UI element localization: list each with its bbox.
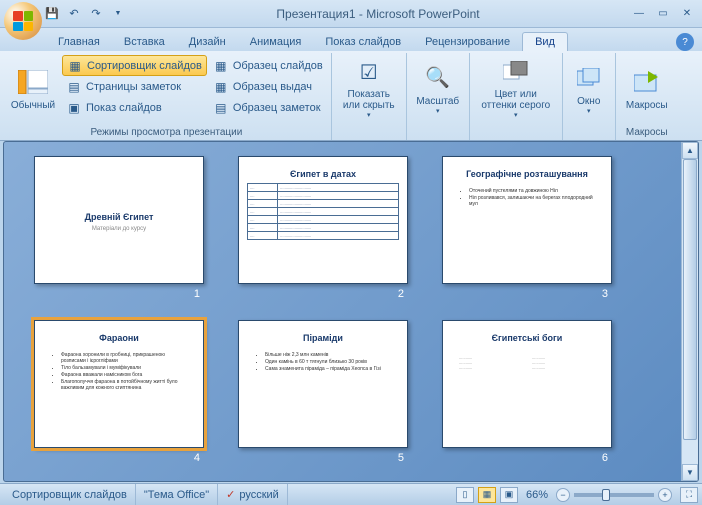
zoom-icon: 🔍 — [422, 62, 454, 94]
scroll-up-button[interactable]: ▲ — [682, 142, 698, 159]
group-label-views: Режимы просмотра презентации — [6, 126, 327, 140]
show-hide-icon: ☑ — [353, 57, 385, 87]
vertical-scrollbar[interactable]: ▲ ▼ — [681, 142, 698, 481]
office-button[interactable] — [4, 2, 42, 40]
status-theme: "Тема Office" — [136, 484, 218, 505]
notes-master-button[interactable]: ▤Образец заметок — [209, 97, 327, 118]
ribbon: Обычный ▦Сортировщик слайдов ▤Страницы з… — [0, 51, 702, 141]
slide-thumbnail[interactable]: Єгипетські боги.........................… — [442, 320, 612, 448]
fit-window-button[interactable]: ⛶ — [680, 487, 698, 503]
slide-thumbnail[interactable]: ПірамідиБільше ніж 2,3 млн каменівОдин к… — [238, 320, 408, 448]
slide-thumbnail[interactable]: Єгипет в датах..........................… — [238, 156, 408, 284]
notes-icon: ▤ — [66, 79, 82, 95]
minimize-button[interactable]: — — [628, 5, 650, 23]
titlebar: 💾 ↶ ↷ ▼ Презентация1 - Microsoft PowerPo… — [0, 0, 702, 28]
slide-thumbnail[interactable]: ФараониФараона хоронили в гробниці, прик… — [34, 320, 204, 448]
normal-view-button[interactable]: Обычный — [6, 55, 60, 121]
slide-number: 3 — [602, 288, 612, 300]
tab-home[interactable]: Главная — [46, 33, 112, 51]
slideshow-view-btn[interactable]: ▣ — [500, 487, 518, 503]
master-handout-icon: ▦ — [213, 79, 229, 95]
tab-review[interactable]: Рецензирование — [413, 33, 522, 51]
tab-slideshow[interactable]: Показ слайдов — [313, 33, 413, 51]
sorter-icon: ▦ — [67, 58, 83, 74]
sorter-view-btn[interactable]: ▦ — [478, 487, 496, 503]
notes-page-button[interactable]: ▤Страницы заметок — [62, 76, 207, 97]
color-icon — [500, 57, 532, 87]
undo-icon[interactable]: ↶ — [64, 4, 84, 24]
tab-animation[interactable]: Анимация — [238, 33, 314, 51]
slide-number: 2 — [398, 288, 408, 300]
slide-thumbnail[interactable]: Древній ЄгипетМатеріали до курсу — [34, 156, 204, 284]
statusbar: Сортировщик слайдов "Тема Office" ✓русск… — [0, 483, 702, 505]
slide-number: 5 — [398, 452, 408, 464]
window-icon — [573, 62, 605, 94]
scroll-thumb[interactable] — [683, 159, 697, 440]
slide-sorter-button[interactable]: ▦Сортировщик слайдов — [62, 55, 207, 76]
master-notes-icon: ▤ — [213, 100, 229, 116]
slide-number: 1 — [194, 288, 204, 300]
color-grayscale-button[interactable]: Цвет или оттенки серого▾ — [474, 55, 558, 121]
slide-sorter-pane: Древній ЄгипетМатеріали до курсу 1 Єгипет … — [3, 141, 699, 482]
zoom-percent: 66% — [526, 489, 548, 501]
normal-view-btn[interactable]: ▯ — [456, 487, 474, 503]
macros-button[interactable]: Макросы — [620, 55, 674, 121]
zoom-in-button[interactable]: + — [658, 488, 672, 502]
window-title: Презентация1 - Microsoft PowerPoint — [128, 7, 628, 21]
close-button[interactable]: ✕ — [676, 5, 698, 23]
slideshow-icon: ▣ — [66, 100, 82, 116]
show-hide-button[interactable]: ☑ Показать или скрыть▾ — [336, 55, 402, 121]
help-button[interactable]: ? — [676, 33, 694, 51]
window-button[interactable]: Окно▾ — [567, 55, 611, 121]
zoom-slider[interactable] — [574, 493, 654, 497]
redo-icon[interactable]: ↷ — [86, 4, 106, 24]
slide-master-button[interactable]: ▦Образец слайдов — [209, 55, 327, 76]
status-view-mode: Сортировщик слайдов — [4, 484, 136, 505]
handout-master-button[interactable]: ▦Образец выдач — [209, 76, 327, 97]
slide-number: 4 — [194, 452, 204, 464]
tab-view[interactable]: Вид — [522, 32, 568, 51]
zoom-out-button[interactable]: − — [556, 488, 570, 502]
qat-dropdown-icon[interactable]: ▼ — [108, 4, 128, 24]
slideshow-button[interactable]: ▣Показ слайдов — [62, 97, 207, 118]
save-icon[interactable]: 💾 — [42, 4, 62, 24]
maximize-button[interactable]: ▭ — [652, 5, 674, 23]
slide-thumbnail[interactable]: Географічне розташуванняОточений пустеля… — [442, 156, 612, 284]
normal-icon — [17, 66, 49, 98]
zoom-button[interactable]: 🔍 Масштаб▾ — [411, 55, 465, 121]
group-label-macros: Макросы — [620, 126, 674, 140]
macros-icon — [631, 66, 663, 98]
tab-insert[interactable]: Вставка — [112, 33, 177, 51]
status-language[interactable]: ✓русский — [218, 484, 288, 505]
scroll-down-button[interactable]: ▼ — [682, 464, 698, 481]
tab-design[interactable]: Дизайн — [177, 33, 238, 51]
ribbon-tabs: Главная Вставка Дизайн Анимация Показ сл… — [0, 28, 702, 51]
spellcheck-icon: ✓ — [226, 488, 235, 501]
master-slide-icon: ▦ — [213, 58, 229, 74]
zoom-slider-thumb[interactable] — [602, 489, 610, 501]
slide-number: 6 — [602, 452, 612, 464]
